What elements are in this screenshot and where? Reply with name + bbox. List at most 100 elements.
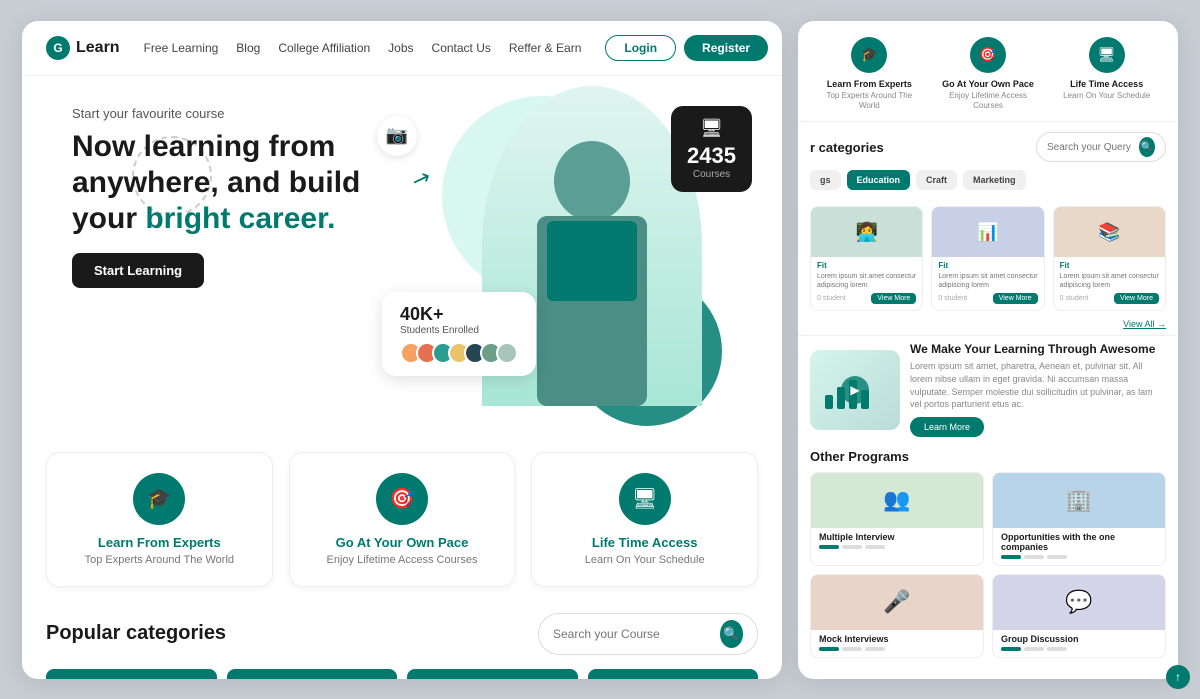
program-info-2: Mock Interviews [811,630,983,657]
hero-text: Start your favourite course Now learning… [72,106,412,288]
dot-active [819,545,839,549]
program-dots-3 [1001,647,1157,651]
side-card: 🎓 Learn From Experts Top Experts Around … [798,21,1178,679]
side-course-img-1: 📊 [932,207,1043,257]
register-button[interactable]: Register [684,35,768,61]
side-course-desc-0: Lorem ipsum sit amet consectur adipiscin… [817,272,916,290]
cat-tag-education[interactable]: Education [227,669,398,679]
side-cat-gs[interactable]: gs [810,170,841,190]
program-dots-2 [819,647,975,651]
side-course-img-0: 👩‍💻 [811,207,922,257]
side-search-input[interactable] [1047,142,1133,153]
program-card-0: 👥 Multiple Interview [810,472,984,566]
logo: G Learn [46,36,120,60]
hero-subtitle: Start your favourite course [72,106,412,121]
side-cat-education[interactable]: Education [847,170,911,190]
side-course-students-0: 0 student [817,295,846,302]
side-feature-icon-0: 🎓 [851,37,887,73]
side-course-students-2: 0 student [1060,295,1089,302]
program-name-3: Group Discussion [1001,634,1157,644]
side-view-btn-2[interactable]: View More [1114,293,1159,304]
side-course-meta-0: 0 student View More [817,293,916,304]
side-feature-icon-2: 🖥 [1089,37,1125,73]
learning-text: We Make Your Learning Through Awesome Lo… [910,342,1166,436]
feature-title-1: Go At Your Own Pace [306,535,499,550]
course-search-bar[interactable]: 🔍 [538,613,758,655]
side-view-btn-1[interactable]: View More [993,293,1038,304]
side-cat-title: r categories [810,140,884,155]
feature-icon-1: 🎯 [376,473,428,525]
side-course-card-2: 📚 Fit Lorem ipsum sit amet consectur adi… [1053,206,1166,311]
main-card: G Learn Free Learning Blog College Affil… [22,21,782,679]
side-course-meta-2: 0 student View More [1060,293,1159,304]
side-search-button[interactable]: 🔍 [1139,137,1155,157]
side-categories: r categories 🔍 gs Education Craft Market… [798,122,1178,198]
learning-desc: Lorem ipsum sit amet, pharetra, Aenean e… [910,360,1166,410]
features-section: 🎓 Learn From Experts Top Experts Around … [22,436,782,603]
side-course-desc-1: Lorem ipsum sit amet consectur adipiscin… [938,272,1037,290]
login-button[interactable]: Login [605,35,676,61]
view-all-link[interactable]: View All → [798,319,1178,335]
nav-college[interactable]: College Affiliation [278,41,370,55]
side-view-btn-0[interactable]: View More [871,293,916,304]
dot-active [819,647,839,651]
dot-inactive-1 [1024,647,1044,651]
side-cat-marketing[interactable]: Marketing [963,170,1026,190]
program-name-1: Opportunities with the one companies [1001,532,1157,552]
side-course-info-0: Fit Lorem ipsum sit amet consectur adipi… [811,257,922,310]
feature-icon-2: 🖥 [619,473,671,525]
courses-icon: 🖥 [687,118,736,139]
avatar-7 [496,342,518,364]
nav-jobs[interactable]: Jobs [388,41,413,55]
feature-card-0: 🎓 Learn From Experts Top Experts Around … [46,452,273,587]
nav-refer[interactable]: Reffer & Earn [509,41,581,55]
nav-free-learning[interactable]: Free Learning [144,41,219,55]
start-learning-button[interactable]: Start Learning [72,253,204,288]
categories-header: Popular categories 🔍 [46,613,758,655]
feature-desc-2: Learn On Your Schedule [548,554,741,566]
program-img-3: 💬 [993,575,1165,630]
students-number: 40K+ [400,304,518,325]
program-card-3: 💬 Group Discussion [992,574,1166,658]
side-course-info-2: Fit Lorem ipsum sit amet consectur adipi… [1054,257,1165,310]
nav-blog[interactable]: Blog [236,41,260,55]
cat-tag-craft[interactable]: Craft [407,669,578,679]
course-search-input[interactable] [553,627,712,641]
program-img-2: 🎤 [811,575,983,630]
program-img-1: 🏢 [993,473,1165,528]
student-avatars [400,342,518,364]
side-course-students-1: 0 student [938,295,967,302]
dot-inactive-1 [842,545,862,549]
side-feature-title-2: Life Time Access [1053,79,1160,89]
nav-links: Free Learning Blog College Affiliation J… [144,39,582,57]
camera-badge: 📷 [377,116,417,156]
navbar: G Learn Free Learning Blog College Affil… [22,21,782,76]
cat-tag-design[interactable]: Design [46,669,217,679]
nav-contact[interactable]: Contact Us [432,41,491,55]
program-img-0: 👥 [811,473,983,528]
dot-active [1001,647,1021,651]
program-info-0: Multiple Interview [811,528,983,555]
side-search-bar[interactable]: 🔍 [1036,132,1166,162]
hero-title: Now learning fromanywhere, and buildyour… [72,129,412,237]
dot-inactive-2 [1047,555,1067,559]
program-info-3: Group Discussion [993,630,1165,657]
side-top-features: 🎓 Learn From Experts Top Experts Around … [798,21,1178,123]
side-course-tag-0: Fit [817,261,916,270]
program-card-2: 🎤 Mock Interviews [810,574,984,658]
side-cat-craft[interactable]: Craft [916,170,957,190]
program-name-0: Multiple Interview [819,532,975,542]
feature-desc-1: Enjoy Lifetime Access Courses [306,554,499,566]
feature-card-1: 🎯 Go At Your Own Pace Enjoy Lifetime Acc… [289,452,516,587]
side-course-img-2: 📚 [1054,207,1165,257]
side-course-meta-1: 0 student View More [938,293,1037,304]
cat-tag-marketing[interactable]: Marketing [588,669,759,679]
dot-inactive-2 [865,647,885,651]
course-search-button[interactable]: 🔍 [720,620,743,648]
hero-section: ↗ Start your favourite course Now learni… [22,76,782,436]
courses-number: 2435 [687,143,736,169]
learn-more-button[interactable]: Learn More [910,417,984,437]
play-button[interactable]: ▶ [841,376,869,404]
side-feature-title-1: Go At Your Own Pace [935,79,1042,89]
feature-icon-0: 🎓 [133,473,185,525]
